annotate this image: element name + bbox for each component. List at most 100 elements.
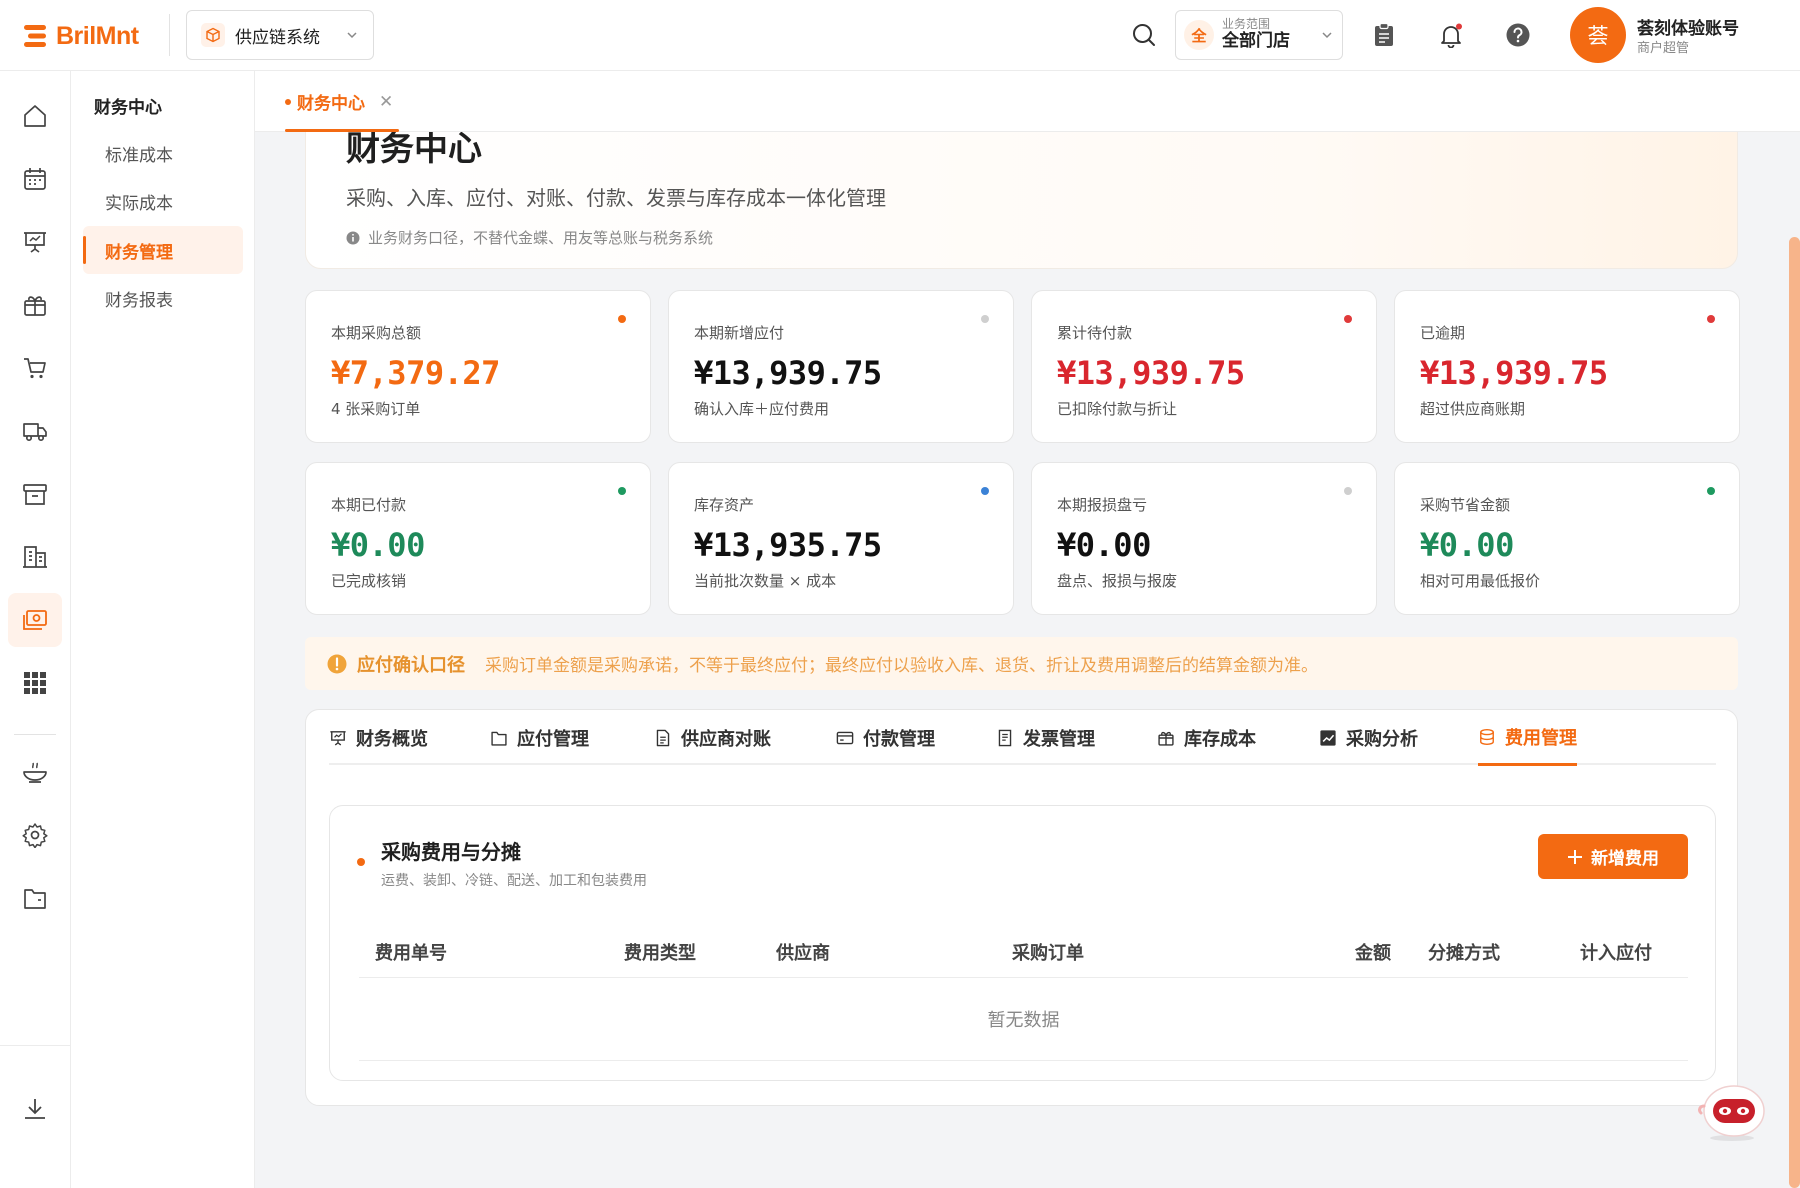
kpi-new-payables-card[interactable]: 本期新增应付 ¥13,939.75 确认入库＋应付费用	[668, 290, 1014, 443]
business-scope-select[interactable]: 全 业务范围 全部门店	[1175, 10, 1343, 60]
brand-name: BrilMnt	[56, 21, 139, 50]
status-dot	[1707, 487, 1715, 495]
subnav-item-standard-cost[interactable]: 标准成本	[83, 129, 243, 177]
home-icon	[24, 105, 46, 127]
kpi-subtext: 超过供应商账期	[1420, 400, 1526, 418]
column-header-include-payable[interactable]: 计入应付	[1580, 926, 1652, 978]
clipboard-icon	[1375, 22, 1393, 46]
tab-label: 应付管理	[517, 728, 589, 750]
divider	[169, 14, 170, 56]
system-select[interactable]: 供应链系统	[186, 10, 374, 60]
tab-payables[interactable]: 应付管理	[490, 710, 589, 765]
subnav-item-finance-management[interactable]: 财务管理	[83, 226, 243, 274]
tab-purchase-analysis[interactable]: 采购分析	[1319, 710, 1418, 765]
icon-rail	[0, 71, 71, 1188]
kpi-subtext: 盘点、报损与报废	[1057, 572, 1178, 590]
package-icon	[201, 23, 225, 47]
help-icon	[1506, 23, 1530, 47]
add-expense-button[interactable]: 新增费用	[1538, 834, 1688, 879]
rail-truck[interactable]	[8, 404, 62, 458]
kpi-label: 库存资产	[694, 496, 755, 514]
clipboard-button[interactable]	[1369, 20, 1399, 50]
folder-icon	[24, 889, 46, 909]
column-header-amount[interactable]: 金额	[1355, 926, 1391, 978]
card-title: 采购费用与分摊	[381, 840, 521, 864]
kpi-value: ¥0.00	[331, 526, 425, 564]
tab-label: 费用管理	[1505, 727, 1577, 749]
status-dot	[981, 315, 989, 323]
assistant-button[interactable]	[1696, 1082, 1768, 1142]
rail-presentation[interactable]	[8, 215, 62, 269]
page-tab-label: 财务中心	[297, 94, 365, 114]
tab-supplier-reconciliation[interactable]: 供应商对账	[654, 710, 771, 765]
hero-note: 业务财务口径，不替代金蝶、用友等总账与税务系统	[346, 227, 713, 248]
sub-nav: 财务中心 标准成本 实际成本 财务管理 财务报表	[71, 71, 255, 1188]
rail-dish[interactable]	[8, 745, 62, 799]
function-tabs: 财务概览 应付管理 供应商对账 付款管理 发票管理 库存成本 采购分析 费用管理	[329, 710, 1716, 766]
kpi-label: 本期报损盘亏	[1057, 496, 1148, 514]
active-dot	[285, 98, 291, 105]
rail-download[interactable]	[8, 1082, 62, 1136]
scope-badge: 全	[1184, 20, 1214, 50]
kpi-purchase-savings-card[interactable]: 采购节省金额 ¥0.00 相对可用最低报价	[1394, 462, 1740, 615]
kpi-inventory-assets-card[interactable]: 库存资产 ¥13,935.75 当前批次数量 × 成本	[668, 462, 1014, 615]
rail-settings[interactable]	[8, 808, 62, 862]
subnav-item-actual-cost[interactable]: 实际成本	[83, 177, 243, 225]
rail-calendar[interactable]	[8, 152, 62, 206]
brand-logo[interactable]: BrilMnt	[24, 20, 139, 52]
rail-building[interactable]	[8, 530, 62, 584]
kpi-loss-card[interactable]: 本期报损盘亏 ¥0.00 盘点、报损与报废	[1031, 462, 1377, 615]
column-header-allocation-method[interactable]: 分摊方式	[1428, 926, 1500, 978]
kpi-subtext: 已完成核销	[331, 572, 407, 590]
notice-title: 应付确认口径	[357, 654, 465, 676]
page-tab-finance-center[interactable]: 财务中心 ✕	[285, 71, 399, 132]
kpi-overdue-card[interactable]: 已逾期 ¥13,939.75 超过供应商账期	[1394, 290, 1740, 443]
tab-expense-management[interactable]: 费用管理	[1478, 710, 1577, 766]
rail-archive[interactable]	[8, 467, 62, 521]
kpi-paid-card[interactable]: 本期已付款 ¥0.00 已完成核销	[305, 462, 651, 615]
kpi-pending-payment-card[interactable]: 累计待付款 ¥13,939.75 已扣除付款与折让	[1031, 290, 1377, 443]
subnav-item-finance-reports[interactable]: 财务报表	[83, 274, 243, 322]
rail-folder[interactable]	[8, 871, 62, 925]
avatar[interactable]: 荟	[1570, 7, 1626, 63]
column-header-purchase-order[interactable]: 采购订单	[1012, 926, 1084, 978]
rail-home[interactable]	[8, 89, 62, 143]
rail-finance[interactable]	[8, 593, 62, 647]
close-icon[interactable]: ✕	[379, 92, 393, 112]
column-header-supplier[interactable]: 供应商	[776, 926, 830, 978]
chart-icon	[1320, 729, 1336, 746]
kpi-value: ¥13,939.75	[694, 354, 882, 392]
kpi-purchase-total-card[interactable]: 本期采购总额 ¥7,379.27 4 张采购订单	[305, 290, 651, 443]
finance-panel: 财务概览 应付管理 供应商对账 付款管理 发票管理 库存成本 采购分析 费用管理…	[305, 709, 1738, 1106]
kpi-value: ¥13,939.75	[1420, 354, 1608, 392]
kpi-subtext: 确认入库＋应付费用	[694, 400, 830, 418]
subnav-title: 财务中心	[94, 98, 162, 118]
notice-text: 采购订单金额是采购承诺，不等于最终应付；最终应付以验收入库、退货、折让及费用调整…	[485, 656, 1318, 676]
column-header-expense-no[interactable]: 费用单号	[375, 926, 447, 978]
calendar-icon	[24, 168, 46, 190]
tab-label: 付款管理	[863, 728, 935, 750]
truck-icon	[23, 423, 47, 442]
database-icon	[1480, 728, 1494, 745]
column-header-expense-type[interactable]: 费用类型	[624, 926, 696, 978]
scrollbar-thumb[interactable]	[1789, 237, 1800, 1188]
tab-label: 发票管理	[1023, 728, 1095, 750]
tab-payments[interactable]: 付款管理	[836, 710, 935, 765]
cart-icon	[24, 358, 46, 379]
kpi-subtext: 相对可用最低报价	[1420, 572, 1541, 590]
tab-invoices[interactable]: 发票管理	[996, 710, 1095, 765]
notification-button[interactable]	[1436, 20, 1466, 50]
tab-inventory-cost[interactable]: 库存成本	[1157, 710, 1256, 765]
tab-finance-overview[interactable]: 财务概览	[329, 710, 428, 765]
tab-label: 库存成本	[1184, 728, 1256, 750]
rail-gift-box[interactable]	[8, 278, 62, 332]
user-name[interactable]: 荟刻体验账号	[1637, 14, 1739, 39]
help-button[interactable]	[1503, 20, 1533, 50]
rail-cart[interactable]	[8, 341, 62, 395]
expense-card: 采购费用与分摊 运费、装卸、冷链、配送、加工和包装费用 新增费用 费用单号 费用…	[329, 805, 1716, 1081]
card-icon	[836, 731, 854, 744]
rail-apps[interactable]	[8, 656, 62, 710]
kpi-subtext: 已扣除付款与折让	[1057, 400, 1178, 418]
kpi-value: ¥13,935.75	[694, 526, 882, 564]
search-button[interactable]	[1131, 22, 1157, 48]
